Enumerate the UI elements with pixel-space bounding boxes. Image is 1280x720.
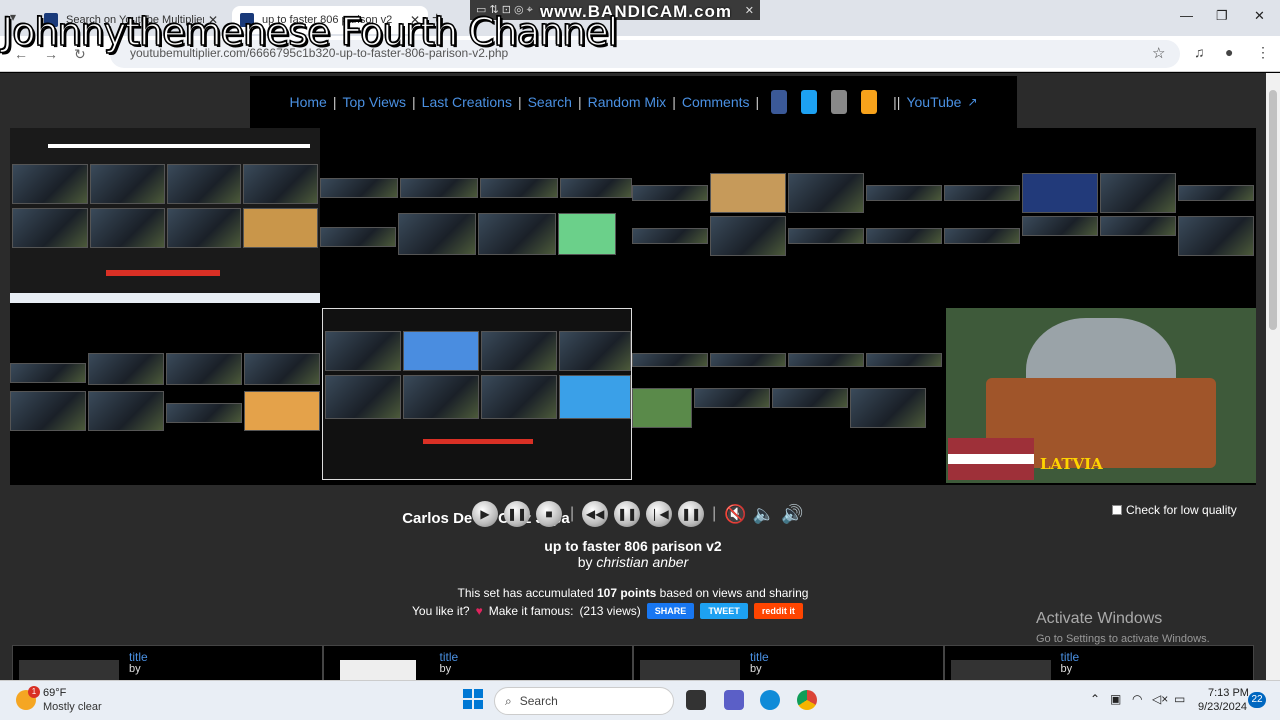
teams-icon[interactable] — [724, 690, 744, 710]
start-button[interactable] — [463, 689, 483, 709]
video-mosaic[interactable]: Carlos De La Cruz Japa — [10, 128, 1256, 527]
video-tile[interactable] — [944, 168, 1256, 263]
card-author: by — [439, 663, 452, 675]
facebook-icon[interactable] — [771, 90, 788, 114]
player-controls: ▶ ❚❚ ■ | ◀◀ ❚❚ ❘◀ ❚❚ | 🔇 🔈 🔊 — [472, 501, 804, 527]
related-set-card[interactable]: title by — [943, 645, 1254, 680]
card-author: by — [1060, 663, 1073, 675]
skip-back-button[interactable]: ❘◀ — [646, 501, 673, 527]
points-value: 107 points — [596, 586, 657, 600]
bookmark-star-icon[interactable]: ☆ — [1152, 44, 1165, 62]
rss-icon[interactable] — [861, 90, 878, 114]
stop-button[interactable]: ■ — [536, 501, 562, 527]
profile-icon[interactable]: ● — [1225, 44, 1233, 60]
search-icon: ⌕ — [505, 693, 512, 708]
card-thumbnail[interactable] — [339, 660, 416, 680]
weather-temp[interactable]: 69°F — [43, 687, 66, 699]
mute-icon[interactable]: 🔇 — [724, 504, 746, 525]
video-tile[interactable] — [10, 128, 320, 293]
heart-icon: ♥ — [475, 604, 483, 618]
weather-badge: 1 — [28, 686, 40, 698]
low-quality-option[interactable]: Check for low quality — [1112, 503, 1237, 517]
twitter-icon[interactable] — [801, 90, 818, 114]
notification-badge[interactable]: 22 — [1248, 692, 1266, 708]
share-row: You like it? ♥ Make it famous: (213 view… — [412, 603, 803, 619]
volume-icon[interactable]: ◁× — [1152, 692, 1168, 706]
video-tile[interactable] — [322, 308, 632, 480]
nav-comments[interactable]: Comments — [682, 94, 750, 110]
volume-up-icon[interactable]: 🔊 — [781, 504, 803, 525]
nav-home[interactable]: Home — [289, 94, 326, 110]
rewind-button[interactable]: ◀◀ — [582, 501, 609, 527]
pause-all-button[interactable]: ❚❚ — [614, 501, 641, 527]
card-author: by — [129, 663, 141, 675]
card-thumbnail[interactable] — [19, 660, 119, 680]
card-thumbnail[interactable] — [640, 660, 740, 680]
card-title[interactable]: title — [750, 650, 769, 664]
unmute-icon[interactable]: 🔈 — [753, 504, 775, 525]
restore-icon[interactable]: ❐ — [1216, 8, 1228, 24]
set-title: up to faster 806 parison v2 — [544, 538, 722, 554]
media-control-icon[interactable]: ♫ — [1194, 44, 1205, 60]
pause-alt-button[interactable]: ❚❚ — [678, 501, 705, 527]
weather-condition[interactable]: Mostly clear — [43, 701, 102, 713]
video-tile[interactable] — [320, 168, 632, 263]
activate-windows-title: Activate Windows — [1036, 610, 1163, 627]
views-count: (213 views) — [579, 604, 641, 618]
latvia-flag — [948, 438, 1034, 480]
nav-top-views[interactable]: Top Views — [342, 94, 406, 110]
related-sets: title by title by title by title by — [12, 645, 1254, 680]
nav-search[interactable]: Search — [528, 94, 572, 110]
taskbar-search[interactable]: ⌕ Search — [494, 687, 674, 715]
channel-watermark: Johnnythemenese Fourth Channel — [1, 9, 619, 55]
activate-windows-subtitle: Go to Settings to activate Windows. — [1036, 633, 1210, 645]
play-button[interactable]: ▶ — [472, 501, 498, 527]
battery-icon[interactable]: ▭ — [1174, 692, 1185, 706]
google-plus-icon[interactable] — [831, 90, 848, 114]
bandicam-close-icon[interactable]: ✕ — [745, 4, 754, 17]
reddit-button[interactable]: reddit it — [753, 603, 803, 619]
tray-chevron-icon[interactable]: ⌃ — [1090, 692, 1100, 706]
minimize-icon[interactable]: — — [1180, 8, 1193, 23]
card-author: by — [750, 663, 762, 675]
close-window-icon[interactable]: ✕ — [1254, 8, 1265, 24]
tweet-button[interactable]: TWEET — [700, 603, 748, 619]
low-quality-checkbox[interactable] — [1112, 505, 1122, 515]
nav-youtube[interactable]: YouTube — [906, 94, 961, 110]
tray-app-icon[interactable]: ▣ — [1110, 692, 1121, 706]
card-title[interactable]: title — [129, 650, 148, 664]
latvia-label: LATVIA — [1040, 455, 1103, 473]
clock-time[interactable]: 7:13 PM — [1208, 687, 1249, 699]
wifi-icon[interactable]: ◠ — [1132, 692, 1142, 706]
card-title[interactable]: title — [1061, 650, 1080, 664]
edge-icon[interactable] — [760, 690, 780, 710]
scrollbar-thumb[interactable] — [1269, 90, 1277, 330]
site-nav: Home | Top Views | Last Creations | Search |… — [250, 76, 1017, 128]
set-author: by christian anber — [577, 554, 689, 570]
web-page: Home | Top Views | Last Creations | Search |… — [0, 73, 1266, 680]
author-name[interactable]: christian anber — [596, 554, 688, 570]
pause-button[interactable]: ❚❚ — [504, 501, 530, 527]
menu-kebab-icon[interactable]: ⋮ — [1256, 44, 1270, 61]
card-title[interactable]: title — [440, 650, 459, 664]
related-set-card[interactable]: title by — [12, 645, 323, 680]
video-tile[interactable] — [632, 348, 944, 438]
external-link-icon: ↗ — [967, 95, 978, 109]
points-summary: This set has accumulated 107 points base… — [457, 586, 809, 600]
chrome-icon[interactable] — [797, 690, 817, 710]
related-set-card[interactable]: title by — [633, 645, 944, 680]
facebook-share-button[interactable]: SHARE — [646, 603, 695, 619]
clock-date[interactable]: 9/23/2024 — [1198, 701, 1247, 713]
card-thumbnail[interactable] — [950, 660, 1051, 680]
task-view-icon[interactable] — [686, 690, 706, 710]
nav-last-creations[interactable]: Last Creations — [422, 94, 512, 110]
low-quality-label: Check for low quality — [1126, 503, 1237, 517]
nav-random-mix[interactable]: Random Mix — [588, 94, 667, 110]
video-tile[interactable] — [10, 293, 320, 438]
video-tile[interactable] — [632, 168, 944, 263]
related-set-card[interactable]: title by — [322, 645, 633, 680]
